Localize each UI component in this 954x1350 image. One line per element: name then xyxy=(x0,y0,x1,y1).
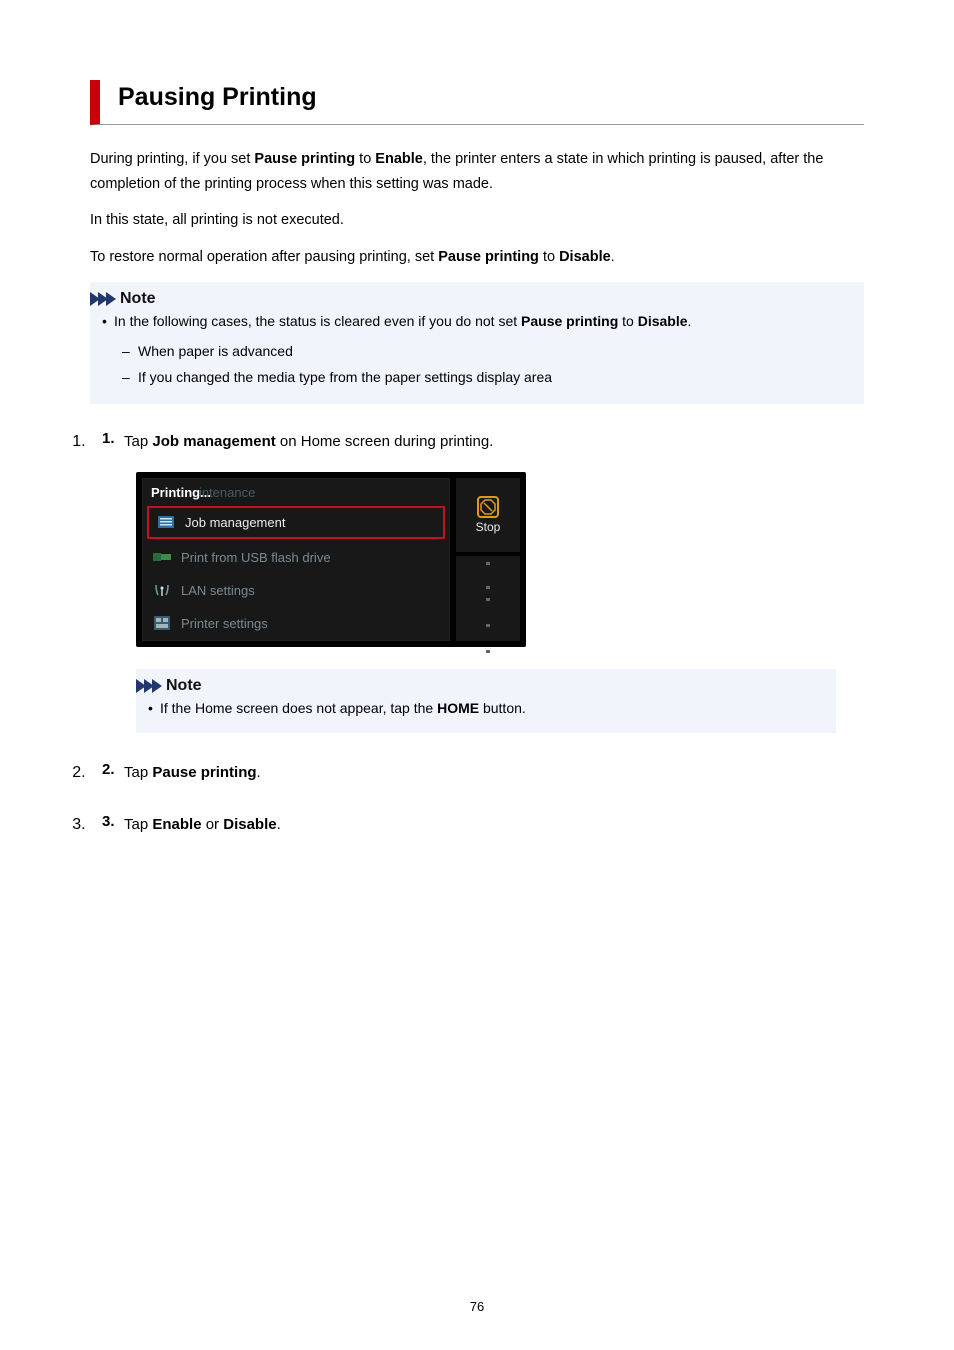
note-arrows-icon xyxy=(136,679,160,693)
step-2-number: 2. xyxy=(102,761,115,778)
note-box-1: Note In the following cases, the status … xyxy=(90,282,864,404)
intro-paragraph-2: In this state, all printing is not execu… xyxy=(90,208,864,233)
note1-bullet: In the following cases, the status is cl… xyxy=(102,310,852,334)
menu-label-lan: LAN settings xyxy=(181,583,255,598)
intro-paragraph-1: During printing, if you set Pause printi… xyxy=(90,147,864,196)
note2-bullet: If the Home screen does not appear, tap … xyxy=(148,697,824,721)
step-2: 2. Tap Pause printing. xyxy=(90,761,864,785)
note-arrows-icon xyxy=(90,292,114,306)
menu-item-usb[interactable]: Print from USB flash drive xyxy=(143,541,449,574)
page-title: Pausing Printing xyxy=(118,83,864,112)
note-header-label: Note xyxy=(120,290,156,308)
step-1-number: 1. xyxy=(102,430,115,447)
stop-icon xyxy=(477,496,499,518)
printer-screen: Printing...intenance Job management xyxy=(136,472,526,647)
step-3: 3. Tap Enable or Disable. xyxy=(90,813,864,837)
note-header: Note xyxy=(90,282,864,310)
menu-item-printer-settings[interactable]: Printer settings xyxy=(143,607,449,640)
step-3-number: 3. xyxy=(102,813,115,830)
stop-button[interactable]: Stop xyxy=(456,478,520,552)
menu-item-job-management[interactable]: Job management xyxy=(147,506,445,539)
note2-header-label: Note xyxy=(166,677,202,695)
note-box-2: Note If the Home screen does not appear,… xyxy=(136,669,836,733)
menu-label-printer-settings: Printer settings xyxy=(181,616,268,631)
menu-label-usb: Print from USB flash drive xyxy=(181,550,331,565)
usb-icon xyxy=(153,550,171,564)
note2-header: Note xyxy=(136,669,836,697)
step-1: 1. Tap Job management on Home screen dur… xyxy=(90,430,864,733)
settings-icon xyxy=(153,616,171,630)
page-number: 76 xyxy=(0,1299,954,1314)
screen-status-header: Printing...intenance xyxy=(143,479,449,504)
intro-paragraph-3: To restore normal operation after pausin… xyxy=(90,245,864,270)
screen-main-panel: Printing...intenance Job management xyxy=(142,478,450,641)
scrollbar-track[interactable] xyxy=(456,556,520,641)
note1-sub2: If you changed the media type from the p… xyxy=(138,365,852,390)
page-title-container: Pausing Printing xyxy=(90,80,864,125)
list-icon xyxy=(157,515,175,529)
menu-label-job-management: Job management xyxy=(185,515,285,530)
stop-label: Stop xyxy=(476,520,501,534)
antenna-icon xyxy=(153,583,171,597)
note1-sub1: When paper is advanced xyxy=(138,339,852,364)
menu-item-lan[interactable]: LAN settings xyxy=(143,574,449,607)
